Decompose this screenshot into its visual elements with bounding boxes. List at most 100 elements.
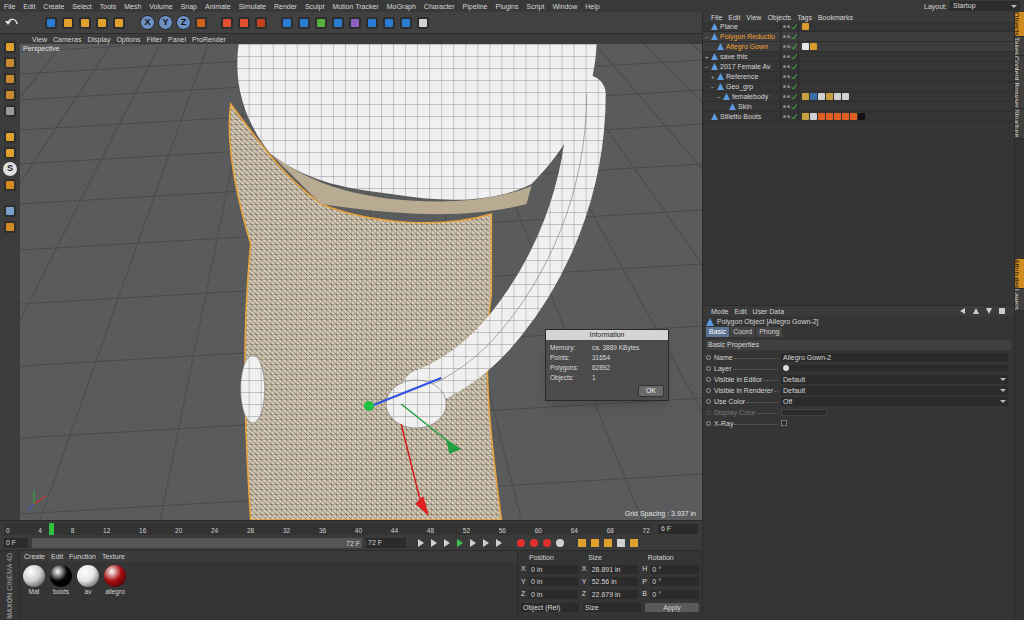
position-field[interactable]: 0 in xyxy=(529,565,578,574)
expand-toggle[interactable]: + xyxy=(705,54,711,60)
render-visibility-dot[interactable] xyxy=(787,115,790,118)
enabled-check-icon[interactable] xyxy=(791,104,797,110)
text-field[interactable] xyxy=(781,365,1008,371)
playback-icon[interactable] xyxy=(468,538,478,548)
undo-icon[interactable] xyxy=(4,16,20,30)
expand-toggle[interactable]: − xyxy=(711,84,717,90)
object-row[interactable]: Stiletto Boots xyxy=(703,112,1014,122)
layout-select[interactable]: Startup xyxy=(950,1,1020,11)
enabled-check-icon[interactable] xyxy=(791,34,797,40)
enabled-check-icon[interactable] xyxy=(791,74,797,80)
material-menu-item[interactable]: Edit xyxy=(51,553,63,560)
viewport-menu-item[interactable]: Panel xyxy=(168,36,186,43)
render-visibility-dot[interactable] xyxy=(787,85,790,88)
enabled-check-icon[interactable] xyxy=(791,64,797,70)
menu-item[interactable]: Snap xyxy=(181,3,197,10)
animate-dot[interactable] xyxy=(706,410,711,415)
select-field[interactable]: Default xyxy=(781,375,1008,384)
viewport-menu-item[interactable]: Cameras xyxy=(53,36,81,43)
mode-icon[interactable] xyxy=(3,146,17,160)
menu-item[interactable]: Character xyxy=(424,3,455,10)
tag-icon[interactable] xyxy=(826,113,833,120)
render-visibility-dot[interactable] xyxy=(787,105,790,108)
editor-visibility-dot[interactable] xyxy=(783,75,786,78)
mode-icon[interactable] xyxy=(3,130,17,144)
layer-picker-icon[interactable] xyxy=(783,365,789,371)
size-mode-select[interactable]: Size xyxy=(583,603,641,612)
key-mode-icon[interactable] xyxy=(590,538,600,548)
animate-dot[interactable] xyxy=(706,388,711,393)
range-slider[interactable]: 72 F xyxy=(32,538,362,548)
tool-icon[interactable] xyxy=(61,16,75,30)
object-icon[interactable] xyxy=(280,16,294,30)
rotation-field[interactable]: 0 ° xyxy=(650,565,699,574)
render-visibility-dot[interactable] xyxy=(787,55,790,58)
tag-icon[interactable] xyxy=(858,113,865,120)
attribute-tab[interactable]: Basic xyxy=(706,327,729,337)
tag-icon[interactable] xyxy=(810,43,817,50)
key-mode-icon[interactable] xyxy=(616,538,626,548)
playback-icon[interactable] xyxy=(442,538,452,548)
tag-icon[interactable] xyxy=(834,93,841,100)
rotation-field[interactable]: 0 ° xyxy=(650,590,699,599)
workplane-icon[interactable] xyxy=(3,220,17,234)
object-row[interactable]: −Geo_grp xyxy=(703,82,1014,92)
animate-dot[interactable] xyxy=(706,355,711,360)
object-row[interactable]: Skin xyxy=(703,102,1014,112)
object-icon[interactable] xyxy=(331,16,345,30)
attribute-tab[interactable]: Coord xyxy=(730,327,755,337)
editor-visibility-dot[interactable] xyxy=(783,55,786,58)
render-icon[interactable] xyxy=(237,16,251,30)
key-mode-icon[interactable] xyxy=(629,538,639,548)
attribute-menu-item[interactable]: Edit xyxy=(735,308,747,315)
menu-item[interactable]: Select xyxy=(72,3,91,10)
menu-item[interactable]: Render xyxy=(274,3,297,10)
side-tab[interactable]: Structure xyxy=(1015,109,1024,138)
text-field[interactable]: Allegro Gown-2 xyxy=(781,353,1008,362)
playback-icon[interactable] xyxy=(481,538,491,548)
lock-icon[interactable] xyxy=(3,204,17,218)
material-menu-item[interactable]: Create xyxy=(24,553,45,560)
render-visibility-dot[interactable] xyxy=(787,35,790,38)
tag-icon[interactable] xyxy=(842,113,849,120)
menu-item[interactable]: Sculpt xyxy=(305,3,324,10)
start-frame-field[interactable]: 0 F xyxy=(4,538,28,548)
menu-item[interactable]: Script xyxy=(526,3,544,10)
editor-visibility-dot[interactable] xyxy=(783,115,786,118)
nav-arrow-icon[interactable] xyxy=(985,307,993,315)
object-icon[interactable] xyxy=(399,16,413,30)
render-icon[interactable] xyxy=(254,16,268,30)
tag-icon[interactable] xyxy=(818,93,825,100)
editor-visibility-dot[interactable] xyxy=(783,95,786,98)
side-tab[interactable]: Objects xyxy=(1015,12,1024,37)
render-visibility-dot[interactable] xyxy=(787,75,790,78)
mode-icon[interactable] xyxy=(3,72,17,86)
tool-icon[interactable] xyxy=(95,16,109,30)
expand-toggle[interactable]: − xyxy=(705,34,711,40)
menu-item[interactable]: Help xyxy=(585,3,599,10)
apply-button[interactable]: Apply xyxy=(645,603,699,612)
playback-icon[interactable] xyxy=(416,538,426,548)
menu-item[interactable]: Motion Tracker xyxy=(332,3,378,10)
playback-icon[interactable] xyxy=(494,538,504,548)
tag-icon[interactable] xyxy=(802,93,809,100)
object-row[interactable]: −Polygon Reductio xyxy=(703,32,1014,42)
viewport-menu-item[interactable]: Display xyxy=(87,36,110,43)
menu-item[interactable]: Mesh xyxy=(124,3,141,10)
record-icon[interactable] xyxy=(542,538,552,548)
editor-visibility-dot[interactable] xyxy=(783,85,786,88)
tag-icon[interactable] xyxy=(834,113,841,120)
viewport-menu-item[interactable]: Options xyxy=(116,36,140,43)
editor-visibility-dot[interactable] xyxy=(783,65,786,68)
select-field[interactable]: Off xyxy=(781,397,1008,406)
object-icon[interactable] xyxy=(348,16,362,30)
snap-button[interactable]: S xyxy=(3,162,17,176)
viewport-menu-item[interactable]: ProRender xyxy=(192,36,226,43)
axis-button[interactable]: X xyxy=(140,15,155,30)
object-row[interactable]: Allegro Gown xyxy=(703,42,1014,52)
material-swatch[interactable]: allegro xyxy=(103,565,127,596)
tag-icon[interactable] xyxy=(802,43,809,50)
object-menu-item[interactable]: Edit xyxy=(728,14,740,21)
animate-dot[interactable] xyxy=(706,366,711,371)
coordinate-system-icon[interactable] xyxy=(194,16,208,30)
